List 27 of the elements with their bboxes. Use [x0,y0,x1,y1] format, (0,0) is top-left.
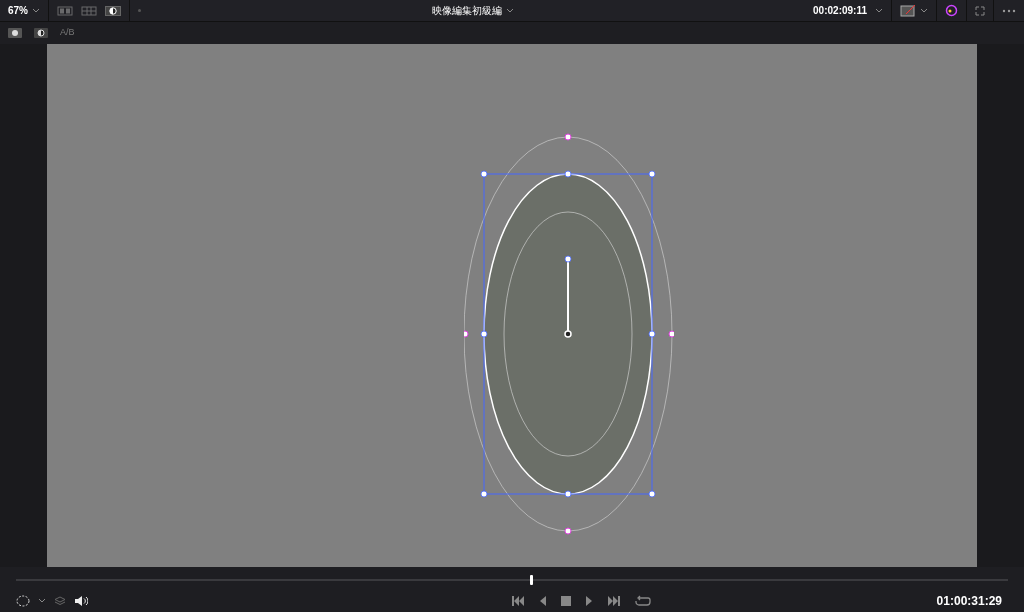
chevron-icon[interactable] [920,7,928,14]
contrast-icon[interactable] [34,28,48,38]
stop-icon[interactable] [561,596,572,606]
record-icon[interactable] [8,28,22,38]
fullscreen-icon[interactable] [975,5,985,16]
skip-back-icon[interactable] [511,596,526,606]
step-back-icon[interactable] [539,596,548,606]
chevron-icon[interactable] [875,7,883,14]
timecode: 00:02:09:11 [813,4,867,18]
skip-forward-icon[interactable] [607,596,622,606]
color-wheel-icon[interactable] [945,4,958,17]
speaker-icon[interactable] [74,595,88,607]
ellipse-selection-icon[interactable] [16,595,30,607]
loop-icon[interactable] [635,595,652,607]
project-title[interactable]: 映像編集初級編 [432,3,503,18]
more-icon[interactable] [1002,8,1016,13]
timecode: 01:00:31:29 [936,593,1003,610]
split-view-icon[interactable] [57,5,73,16]
monitor-icon[interactable] [900,4,916,17]
zoom-level[interactable]: 67% [8,3,28,18]
play-icon[interactable] [585,596,594,606]
chevron-icon[interactable] [506,7,515,14]
contrast-icon[interactable] [105,5,121,16]
ab-toggle[interactable]: A/B [60,26,75,40]
chevron-icon[interactable] [32,7,40,14]
chevron-icon[interactable] [38,598,46,604]
playhead-handle[interactable] [529,575,533,585]
